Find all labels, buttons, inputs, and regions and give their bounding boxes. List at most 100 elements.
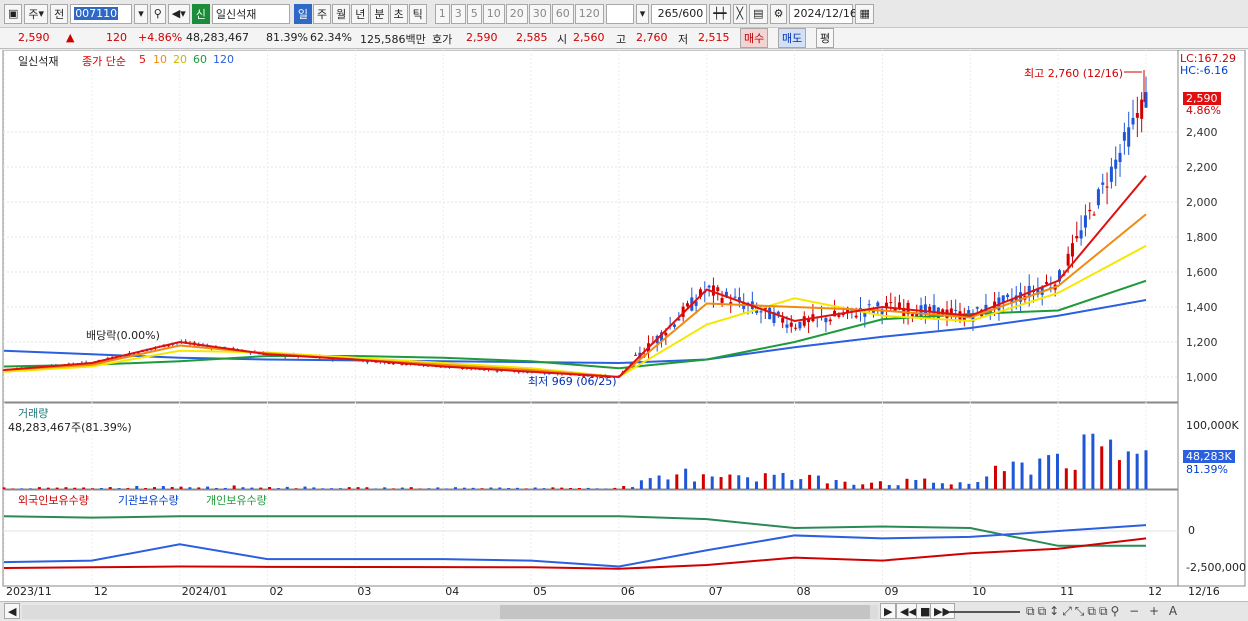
volume-bar-39 [347,487,351,489]
period-tab-6[interactable]: 틱 [408,3,427,24]
interval-button-3[interactable]: 3 [450,3,466,24]
calendar-icon[interactable]: ▦ [855,3,874,24]
volume-bar-115 [1020,462,1024,489]
prev-button[interactable]: 전 [50,3,69,24]
period-tab-4[interactable]: 분 [370,3,389,24]
bid-price: 2,585 [516,31,548,44]
legend-institution: 기관보유수량 [118,494,179,507]
save-icon[interactable]: ▤ [749,3,768,24]
volume-bar-18 [161,486,165,489]
scroll-right-icon[interactable]: ▶ [880,603,897,619]
chart-tools-icon[interactable]: ⧉⧉↕⤢⤡⧉⧉⚲ − + A [1026,604,1180,619]
candle-body-84 [365,361,369,363]
candle-body-232 [1006,294,1010,298]
volume-bar-64 [569,488,573,489]
date-field[interactable]: 2024/12/16 [789,3,857,24]
volume-bar-78 [693,481,697,489]
search-icon[interactable]: ⚲ [149,3,166,24]
volume-bar-89 [790,479,794,489]
holding-axis-low: -2,500,000 [1186,561,1246,574]
x-tick-5: 04 [445,585,460,598]
ma60-line [3,279,1147,370]
candle-body-169 [733,296,737,298]
period-tab-0[interactable]: 일 [293,3,313,24]
data-count-field[interactable]: 265/600 [651,3,708,24]
period-tab-5[interactable]: 초 [389,3,408,24]
buy-button[interactable]: 매수 [740,28,769,48]
gear-icon[interactable]: ⚙ [769,3,788,24]
interval-button-30[interactable]: 30 [528,3,551,24]
market-type-label: 주 [28,7,39,21]
candle-body-241 [1045,282,1049,284]
volume-bar-26 [232,485,236,489]
interval-button-5[interactable]: 5 [466,3,482,24]
interval-button-20[interactable]: 20 [505,3,528,24]
x-tick-8: 07 [708,585,723,598]
interval-button-10[interactable]: 10 [482,3,505,24]
interval-dropdown-icon[interactable]: ▾ [635,3,650,24]
stock-name-field[interactable]: 일신석재 [211,3,290,24]
volume-bar-7 [64,487,68,489]
volume-bar-29 [259,487,263,489]
scroll-left-icon[interactable]: ◀ [4,603,21,619]
interval-button-1[interactable]: 1 [434,3,450,24]
eval-button[interactable]: 평 [816,28,835,48]
price-change-pct: +4.86% [138,31,183,44]
volume-bar-60 [533,487,537,489]
period-tab-1[interactable]: 주 [313,3,332,24]
market-type-select[interactable]: 주 ▾ [24,3,49,24]
legend-ma5: 5 [139,53,146,66]
chart-svg[interactable]: 1,000 1,200 1,400 1,600 1,800 2,000 2,200 2,400 [0,50,1248,601]
volume-bar-54 [480,488,484,489]
volume-bar-22 [197,487,201,489]
candle-body-255 [1105,186,1109,188]
volume-bar-98 [870,482,874,489]
draw-tool-icon[interactable]: ╳ [732,3,748,24]
sell-button[interactable]: 매도 [778,28,807,48]
toolbar: ▣ 주 ▾ 전 007110 ▾ ⚲ ◀▾ 신 일신석재 일주월년분초틱 1351… [0,0,1248,28]
volume-bar-43 [383,487,387,489]
code-dropdown-icon[interactable]: ▾ [134,3,148,24]
candle-body-146 [634,354,638,356]
volume-bar-90 [799,479,803,489]
x-tick-10: 09 [884,585,899,598]
current-pct-tag: 4.86% [1186,104,1221,117]
volume-bar-126 [1117,460,1121,489]
holding-axis-zero: 0 [1188,524,1195,537]
chart-area[interactable]: 1,000 1,200 1,400 1,600 1,800 2,000 2,200 2,400… [0,50,1248,601]
candle-type-icon[interactable]: ┿┿ [709,3,731,24]
volume-bar-31 [276,488,280,489]
bottom-scrollbar[interactable]: ◀ ▶ ◀◀ ■ ▶▶ ⧉⧉↕⤢⤡⧉⧉⚲ − + A [0,601,1248,621]
volume-bar-111 [985,476,989,489]
volume-bar-125 [1109,439,1113,489]
volume-bar-68 [604,488,608,489]
new-listing-badge: 신 [191,3,210,24]
period-tab-3[interactable]: 년 [351,3,370,24]
speaker-icon[interactable]: ◀▾ [167,3,190,24]
candle-body-175 [759,311,763,313]
interval-custom-input[interactable] [605,3,634,24]
volume-bar-69 [613,487,617,489]
volume-bar-0 [2,487,6,489]
interval-button-60[interactable]: 60 [551,3,574,24]
volume-bar-30 [268,486,272,489]
low-label: 저 [678,33,689,46]
volume-bar-122 [1082,434,1086,489]
volume-bar-85 [754,481,758,489]
candle-body-247 [1070,243,1074,257]
price-tick-6: 2,200 [1186,161,1218,174]
period-tab-2[interactable]: 월 [332,3,351,24]
volume-bar-110 [976,482,980,489]
ma10-line [3,213,1147,379]
scroll-thumb[interactable] [500,605,870,619]
volume-bar-37 [330,488,334,489]
stock-code-input[interactable]: 007110 [70,3,133,24]
volume-bar-117 [1038,458,1042,489]
zoom-slider[interactable] [950,611,1020,613]
volume-bar-57 [507,488,511,489]
turnover-rate: 62.34% [310,31,352,44]
volume-bar-63 [560,487,564,489]
interval-button-120[interactable]: 120 [574,3,604,24]
layout-icon[interactable]: ▣ [4,3,23,24]
volume-bar-105 [932,482,936,489]
